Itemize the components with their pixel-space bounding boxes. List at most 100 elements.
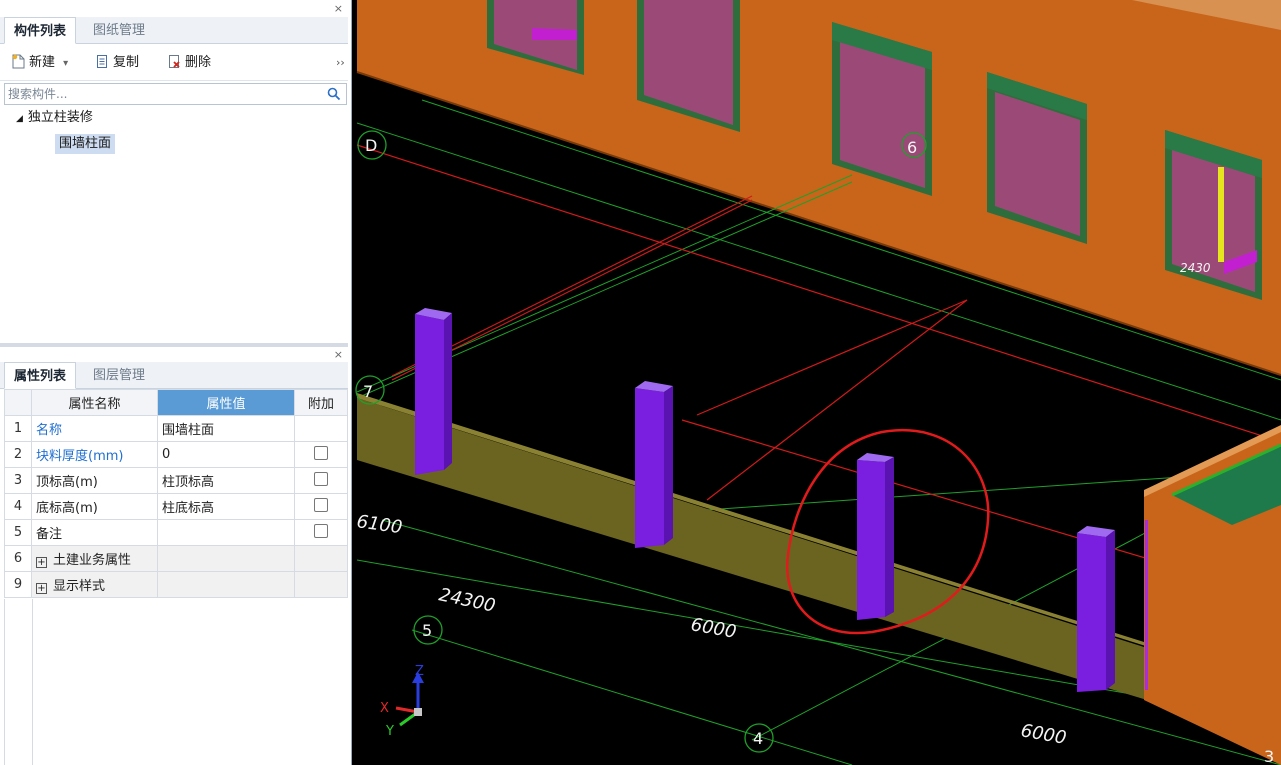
table-row-group[interactable]: 9 + 显示样式 [4,571,348,598]
row-number: 6 [4,545,32,572]
row-number: 9 [4,571,32,598]
axis-label-5: 5 [422,621,432,640]
extra-checkbox[interactable] [314,497,328,512]
fence-column[interactable] [635,381,673,548]
property-value[interactable]: 0 [157,441,295,468]
copy-button[interactable]: 复制 [96,53,139,73]
new-file-icon [12,54,25,69]
property-extra-cell [294,467,348,494]
tree-node-column-decoration[interactable]: ◢ 独立柱装修 [16,108,93,128]
axis-label-d: D [365,136,377,155]
row-number: 5 [4,519,32,546]
property-group-name: + 土建业务属性 [31,545,158,572]
dimension-label: 6100 [355,511,403,538]
property-panel-tabbar: 属性列表 图层管理 [0,362,348,389]
expand-icon[interactable]: + [36,557,47,568]
tab-property-list[interactable]: 属性列表 [4,362,77,389]
delete-button-label: 删除 [185,55,212,70]
table-row[interactable]: 1 名称 围墙柱面 [4,415,348,442]
axis-gizmo: Z X Y [380,664,424,739]
tree-collapse-icon[interactable]: ◢ [16,114,23,124]
table-row[interactable]: 3 顶标高(m) 柱顶标高 [4,467,348,494]
property-name-header: 属性名称 [31,389,158,416]
gizmo-z-label: Z [415,664,424,679]
expand-icon[interactable]: + [36,583,47,594]
property-value[interactable] [157,519,295,546]
axis-label-6: 6 [907,138,917,157]
gizmo-x-label: X [380,701,389,716]
panel-divider[interactable] [0,343,348,347]
property-extra-cell [294,415,348,442]
property-table-empty-area [4,599,347,765]
fence-column[interactable] [857,453,894,620]
table-row[interactable]: 2 块料厚度(mm) 0 [4,441,348,468]
right-building-block[interactable] [1144,425,1281,765]
property-group-name: + 显示样式 [31,571,158,598]
property-table: 属性名称 属性值 附加 1 名称 围墙柱面 2 块料厚度(mm) 0 3 顶标高… [4,389,348,598]
component-toolbar: 新建 ▾ 复制 删除 ›› [0,44,348,81]
search-box [4,83,347,105]
property-value[interactable]: 柱顶标高 [157,467,295,494]
extra-checkbox[interactable] [314,471,328,486]
property-extra-cell [294,519,348,546]
3d-viewport[interactable]: 2430 D 6 7 5 4 3 6100 24300 6000 6000 Z … [352,0,1281,765]
scene-canvas[interactable]: 2430 D 6 7 5 4 3 6100 24300 6000 6000 Z … [352,0,1281,765]
new-dropdown-icon[interactable]: ▾ [63,58,68,69]
row-number: 4 [4,493,32,520]
new-button-label: 新建 [29,55,56,70]
fence-wall[interactable] [357,398,1147,700]
property-value[interactable]: 围墙柱面 [157,415,295,442]
property-value-header: 属性值 [157,389,295,416]
property-name: 备注 [31,519,158,546]
tree-node-fence-column-face[interactable]: 围墙柱面 [55,134,116,154]
row-number-header [4,389,32,416]
extra-checkbox[interactable] [314,523,328,538]
property-name: 名称 [31,415,158,442]
property-value [157,545,295,572]
group-label: 土建业务属性 [53,553,132,568]
axis-label-7: 7 [363,382,373,401]
property-value [157,571,295,598]
copy-icon [97,55,107,68]
table-row[interactable]: 4 底标高(m) 柱底标高 [4,493,348,520]
component-panel-close-button[interactable]: × [334,2,343,15]
property-panel-close-button[interactable]: × [334,348,343,361]
toolbar-more-button[interactable]: ›› [336,53,345,73]
group-label: 显示样式 [53,579,106,594]
table-row-group[interactable]: 6 + 土建业务属性 [4,545,348,572]
new-button[interactable]: 新建 ▾ [12,53,68,73]
property-name: 顶标高(m) [31,467,158,494]
gizmo-y-label: Y [385,724,394,739]
axis-label-4: 4 [753,729,763,748]
left-panel: × 构件列表 图纸管理 新建 ▾ 复制 删除 ›› ◢独立柱装修 围墙柱面 × … [0,0,352,765]
fence-column[interactable] [1077,526,1115,692]
tab-component-list[interactable]: 构件列表 [4,17,77,44]
row-number: 1 [4,415,32,442]
tree-node-label: 独立柱装修 [27,110,93,125]
partial-dimension-label: 2430 [1180,261,1211,275]
property-name: 块料厚度(mm) [31,441,158,468]
fence-column[interactable] [415,308,452,475]
dimension-label: 6000 [689,614,738,643]
row-number: 3 [4,467,32,494]
component-search-input[interactable] [5,84,325,104]
dimension-label: 6000 [1019,720,1068,749]
delete-icon [169,55,180,68]
table-row[interactable]: 5 备注 [4,519,348,546]
tab-layer-management[interactable]: 图层管理 [84,362,154,389]
dimension-label: 24300 [437,584,497,616]
property-table-header: 属性名称 属性值 附加 [4,389,348,416]
tab-drawing-management[interactable]: 图纸管理 [84,17,154,44]
component-panel-tabbar: 构件列表 图纸管理 [0,17,348,44]
extra-checkbox[interactable] [314,445,328,460]
property-extra-cell [294,571,348,598]
property-extra-cell [294,493,348,520]
copy-button-label: 复制 [113,55,140,70]
building-wall-face[interactable] [357,0,1281,375]
property-extra-cell [294,441,348,468]
delete-button[interactable]: 删除 [168,53,211,73]
search-icon[interactable] [327,87,341,101]
property-value[interactable]: 柱底标高 [157,493,295,520]
axis-label-3: 3 [1264,747,1274,765]
grid-column-line [32,599,33,765]
